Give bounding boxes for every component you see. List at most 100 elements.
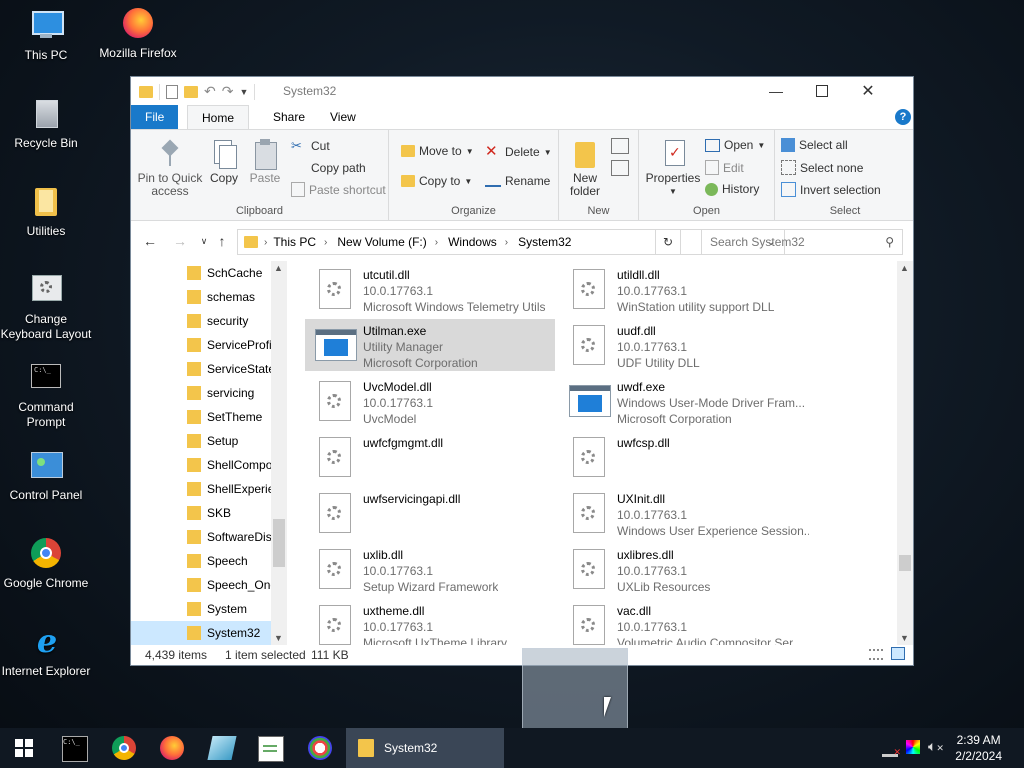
tab-view[interactable]: View	[316, 105, 370, 129]
customize-qat-icon[interactable]: ▼	[239, 87, 248, 97]
properties-qat-icon[interactable]	[166, 84, 178, 99]
taskbar-item-system32[interactable]: System32	[346, 728, 504, 768]
desktop-icon-chrome[interactable]: Google Chrome	[0, 536, 92, 591]
desktop-icon-control-panel[interactable]: Control Panel	[0, 448, 92, 503]
nav-item-schcache[interactable]: SchCache	[187, 261, 279, 285]
tab-home[interactable]: Home	[187, 105, 250, 130]
nav-item-shellcompo[interactable]: ShellCompo	[187, 453, 279, 477]
undo-icon[interactable]: ↶	[204, 83, 216, 100]
desktop-icon-utilities[interactable]: Utilities	[0, 184, 92, 239]
desktop-icon-recycle-bin[interactable]: Recycle Bin	[0, 96, 92, 151]
clock[interactable]: 2:39 AM 2/2/2024	[955, 732, 1002, 764]
nav-item-speech[interactable]: Speech	[187, 549, 279, 573]
help-icon[interactable]: ?	[895, 109, 911, 125]
desktop-icon-this-pc[interactable]: This PC	[0, 8, 92, 63]
nav-item-speech-one[interactable]: Speech_One	[187, 573, 279, 597]
taskbar-notepad-icon[interactable]	[258, 736, 284, 762]
desktop-icon-command-prompt[interactable]: C:\_ Command Prompt	[0, 360, 92, 430]
new-folder-button[interactable]: New folder	[563, 138, 607, 198]
breadcrumb-this-pc[interactable]: This PC ›	[273, 235, 337, 249]
file-tile[interactable]: UvcModel.dll 10.0.17763.1 UvcModel	[305, 375, 555, 427]
copy-button[interactable]: Copy	[205, 138, 243, 185]
file-tile[interactable]: uwdf.exe Windows User-Mode Driver Fram...…	[559, 375, 809, 427]
breadcrumb-new-volume[interactable]: New Volume (F:) ›	[337, 235, 448, 249]
file-tile[interactable]: utcutil.dll 10.0.17763.1 Microsoft Windows…	[305, 263, 555, 315]
scroll-up-arrow[interactable]: ▲	[900, 263, 909, 273]
properties-button[interactable]: ✓ Properties ▼	[645, 138, 701, 198]
nav-item-settheme[interactable]: SetTheme	[187, 405, 279, 429]
nav-item-security[interactable]: security	[187, 309, 279, 333]
scroll-down-arrow[interactable]: ▼	[900, 633, 909, 643]
color-icon[interactable]	[906, 740, 920, 754]
file-tile[interactable]: uxlibres.dll 10.0.17763.1 UXLib Resources	[559, 543, 809, 595]
rename-button[interactable]: Rename	[485, 174, 550, 188]
forward-button[interactable]: →	[171, 232, 189, 250]
volume-muted-icon[interactable]: 🔈︎✕	[928, 738, 944, 755]
maximize-button[interactable]	[799, 77, 845, 105]
back-button[interactable]: ←	[141, 232, 159, 250]
nav-item-schemas[interactable]: schemas	[187, 285, 279, 309]
edit-button[interactable]: Edit	[705, 160, 744, 175]
invert-selection-button[interactable]: Invert selection	[781, 182, 881, 197]
nav-item-shellexperie[interactable]: ShellExperie	[187, 477, 279, 501]
open-button[interactable]: Open ▼	[705, 138, 765, 152]
start-button[interactable]	[0, 728, 48, 768]
redo-icon[interactable]: ↷	[222, 83, 234, 100]
new-item-icon[interactable]	[611, 138, 629, 154]
nav-item-system32[interactable]: System32	[131, 621, 271, 645]
navigation-pane-scrollbar[interactable]: ▲ ▼	[271, 261, 287, 645]
paste-button[interactable]: Paste	[245, 138, 285, 185]
breadcrumb-windows[interactable]: Windows ›	[448, 235, 518, 249]
taskbar-firefox-icon[interactable]	[160, 736, 184, 760]
delete-button[interactable]: ✕ Delete ▼	[485, 144, 552, 160]
nav-item-skb[interactable]: SKB	[187, 501, 279, 525]
file-tile[interactable]: uxlib.dll 10.0.17763.1 Setup Wizard Framew…	[305, 543, 555, 595]
scroll-down-arrow[interactable]: ▼	[274, 633, 283, 643]
desktop-icon-firefox[interactable]: Mozilla Firefox	[92, 6, 184, 61]
tab-share[interactable]: Share	[259, 105, 319, 129]
file-tile[interactable]: uudf.dll 10.0.17763.1 UDF Utility DLL	[559, 319, 809, 371]
taskbar-app-icon[interactable]	[207, 736, 237, 760]
file-tile[interactable]: utildll.dll 10.0.17763.1 WinStation utilit…	[559, 263, 809, 315]
scroll-thumb[interactable]	[273, 519, 285, 567]
nav-item-serviceprofi[interactable]: ServiceProfi	[187, 333, 279, 357]
file-tile[interactable]: uwfcsp.dll	[559, 431, 809, 483]
cut-button[interactable]: ✂ Cut	[291, 138, 330, 154]
taskbar-paint-icon[interactable]	[308, 736, 332, 760]
nav-item-setup[interactable]: Setup	[187, 429, 279, 453]
up-button[interactable]: ↑	[213, 232, 231, 250]
large-icons-view-icon[interactable]	[891, 647, 905, 660]
file-tile[interactable]: Utilman.exe Utility Manager Microsoft Corp…	[305, 319, 555, 371]
copy-to-button[interactable]: Copy to ▼	[401, 174, 472, 188]
file-list-scrollbar[interactable]: ▲ ▼	[897, 261, 913, 645]
nav-item-servicing[interactable]: servicing	[187, 381, 279, 405]
history-button[interactable]: History	[705, 182, 759, 196]
recent-locations-button[interactable]: ∨	[195, 232, 213, 250]
select-all-button[interactable]: Select all	[781, 138, 848, 152]
file-tile[interactable]: UXInit.dll 10.0.17763.1 Windows User Exper…	[559, 487, 809, 539]
desktop-icon-internet-explorer[interactable]: e Internet Explorer	[0, 624, 92, 679]
nav-item-servicestate[interactable]: ServiceState	[187, 357, 279, 381]
details-view-icon[interactable]	[869, 649, 883, 660]
network-icon[interactable]: ✕	[882, 740, 901, 757]
nav-item-system[interactable]: System	[187, 597, 279, 621]
taskbar-chrome-icon[interactable]	[112, 736, 136, 760]
minimize-button[interactable]: —	[753, 77, 799, 105]
search-input[interactable]: Search System32 ⚲	[701, 229, 903, 255]
refresh-button[interactable]: ↻	[655, 229, 681, 255]
tab-file[interactable]: File	[131, 105, 179, 129]
copy-path-button[interactable]: Copy path	[291, 160, 366, 176]
nav-item-softwaredis[interactable]: SoftwareDis	[187, 525, 279, 549]
file-tile[interactable]: uwfservicingapi.dll	[305, 487, 555, 539]
pin-to-quick-access-button[interactable]: Pin to Quick access	[137, 138, 203, 198]
file-tile[interactable]: vac.dll 10.0.17763.1 Volumetric Audio Comp…	[559, 599, 809, 645]
scroll-up-arrow[interactable]: ▲	[274, 263, 283, 273]
scroll-thumb[interactable]	[899, 555, 911, 571]
move-to-button[interactable]: Move to ▼	[401, 144, 474, 158]
file-tile[interactable]: uxtheme.dll 10.0.17763.1 Microsoft UxTheme…	[305, 599, 555, 645]
close-button[interactable]: ✕	[845, 77, 891, 105]
file-tile[interactable]: uwfcfgmgmt.dll	[305, 431, 555, 483]
taskbar-command-prompt-icon[interactable]: C:\_	[62, 736, 88, 762]
select-none-button[interactable]: Select none	[781, 160, 863, 175]
new-folder-qat-icon[interactable]	[184, 85, 198, 98]
